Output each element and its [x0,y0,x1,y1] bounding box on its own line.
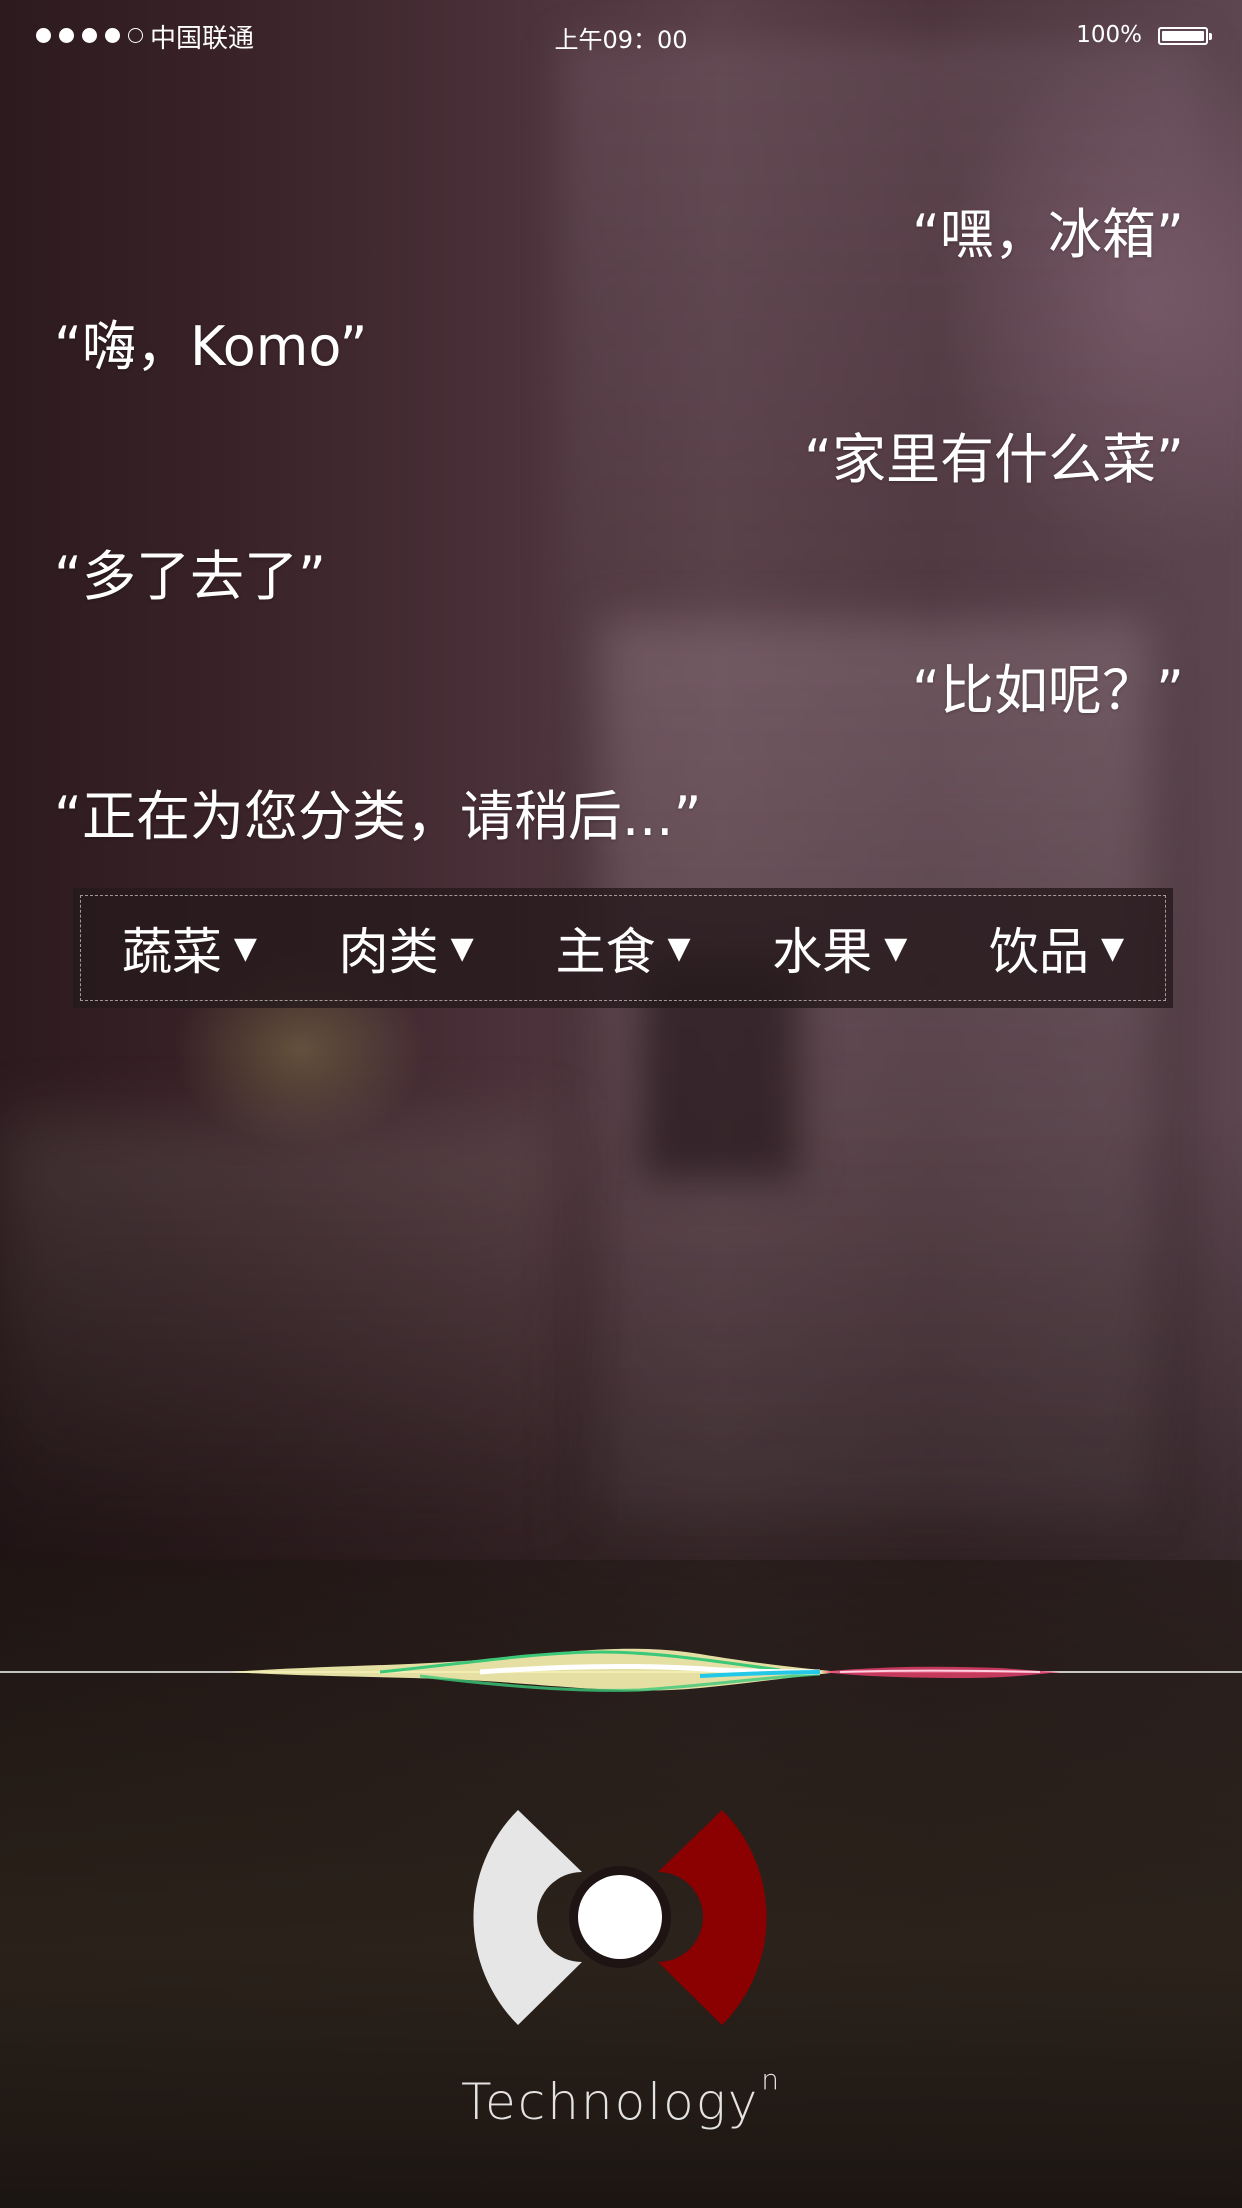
status-bar: 中国联通 上午09：00 100% [0,0,1242,70]
brand-wordmark: Technologyn [0,2063,1242,2131]
category-drinks-dropdown[interactable]: 饮品 ▼ [989,912,1124,984]
category-label: 蔬菜 [121,923,222,981]
caret-down-icon: ▼ [884,930,908,966]
brand-name: Technology [460,2073,760,2131]
assistant-message: “正在为您分类，请稍后...” [54,785,702,848]
assistant-message: “嗨，Komo” [54,315,368,378]
logo-left-wing [473,1810,582,2025]
battery-icon [1158,27,1212,45]
caret-down-icon: ▼ [233,930,257,966]
category-staples-dropdown[interactable]: 主食 ▼ [555,912,690,984]
category-label: 水果 [772,923,873,981]
category-fruit-dropdown[interactable]: 水果 ▼ [772,912,907,984]
battery-percentage: 100% [1076,22,1142,48]
brand-logo-icon[interactable] [470,1800,770,2040]
category-vegetables-dropdown[interactable]: 蔬菜 ▼ [122,912,257,984]
user-message: “嘿，冰箱” [912,203,1184,266]
assistant-message: “多了去了” [54,545,326,608]
siri-waveform[interactable] [0,1630,1242,1720]
caret-down-icon: ▼ [1101,930,1125,966]
category-list: 蔬菜 ▼ 肉类 ▼ 主食 ▼ 水果 ▼ 饮品 ▼ [80,895,1166,1001]
brand-superscript: n [761,2063,782,2096]
category-label: 饮品 [989,923,1090,981]
logo-center-dot [578,1875,662,1959]
caret-down-icon: ▼ [667,930,691,966]
caret-down-icon: ▼ [450,930,474,966]
category-label: 肉类 [338,923,439,981]
background-counter-shape [0,1120,560,1520]
user-message: “比如呢？” [912,659,1184,722]
category-bar: 蔬菜 ▼ 肉类 ▼ 主食 ▼ 水果 ▼ 饮品 ▼ [73,888,1173,1008]
status-time: 上午09：00 [554,26,688,54]
user-message: “家里有什么菜” [804,428,1184,491]
category-label: 主食 [555,923,656,981]
logo-right-wing [658,1810,767,2025]
category-meat-dropdown[interactable]: 肉类 ▼ [339,912,474,984]
